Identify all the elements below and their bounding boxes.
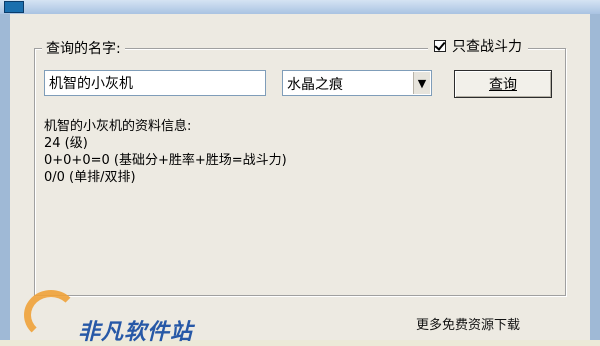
info-power: 0+0+0=0 (基础分+胜率+胜场=战斗力) [44, 153, 287, 168]
info-level: 24 (级) [44, 136, 88, 151]
checkbox-checked-icon[interactable] [434, 40, 446, 52]
logo-text: 非凡软件站 [78, 320, 194, 345]
logo-swoosh-icon [24, 290, 78, 340]
only-power-checkbox[interactable]: 只查战斗力 [428, 36, 528, 56]
name-input[interactable] [44, 70, 266, 96]
only-power-label: 只查战斗力 [452, 39, 522, 55]
player-info: 机智的小灰机的资料信息: 24 (级) 0+0+0=0 (基础分+胜率+胜场=战… [44, 118, 287, 186]
group-title: 查询的名字: [42, 38, 125, 58]
query-button-label: 查询 [489, 77, 517, 93]
watermark-logo: 非凡软件站 [0, 284, 280, 345]
chevron-down-icon[interactable]: ▼ [413, 72, 430, 94]
query-button[interactable]: 查询 [454, 70, 552, 98]
server-select[interactable]: 水晶之痕 ▼ [282, 70, 432, 96]
info-queue: 0/0 (单排/双排) [44, 170, 136, 185]
server-selected-value: 水晶之痕 [287, 77, 343, 93]
footer-note: 更多免费资源下载 [416, 318, 521, 333]
title-bar [0, 0, 600, 14]
info-heading: 机智的小灰机的资料信息: [44, 119, 192, 134]
app-icon [4, 1, 24, 13]
